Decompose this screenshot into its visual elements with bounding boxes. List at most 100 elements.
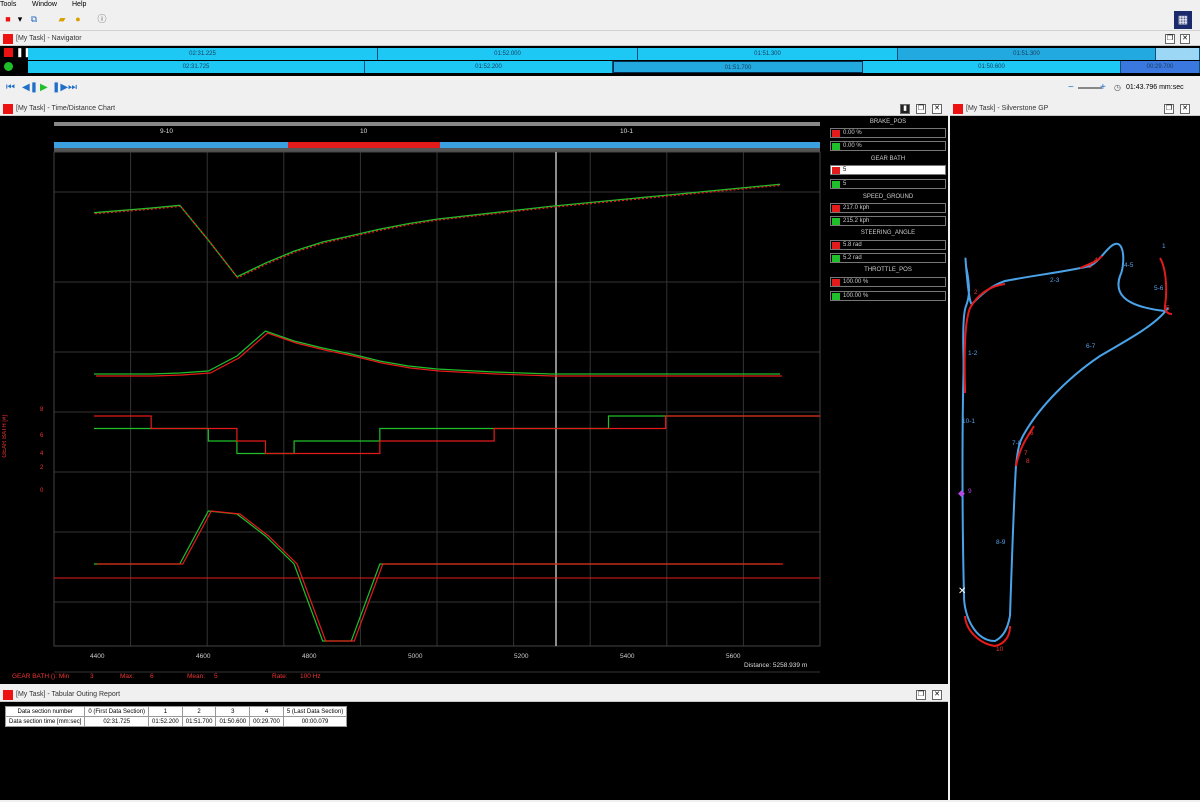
track-map-panel[interactable]: ✕ ◆ <box>950 116 1200 800</box>
window-icon <box>3 690 13 700</box>
stat-max: 6 <box>150 673 154 680</box>
speed-value-1: 217.0 kph <box>830 203 946 213</box>
step-back-icon[interactable]: ◀❚ <box>22 82 38 94</box>
close-button[interactable]: ✕ <box>1180 34 1190 44</box>
nav-lap-3b[interactable]: 01:51.700 <box>613 61 863 73</box>
window-icon <box>953 104 963 114</box>
navigator-title: [My Task] - Navigator <box>16 35 82 42</box>
throttle-trace <box>97 510 783 642</box>
track-label: 2 <box>974 289 978 296</box>
table-cell: 2 <box>181 706 217 717</box>
track-map[interactable]: ✕ ◆ <box>950 116 1200 800</box>
x-tick: 5600 <box>726 653 741 660</box>
table-cell: 3 <box>215 706 251 717</box>
toolbar: ■ ▾ ⧉ ▰ ● ⓘ ▦ <box>0 9 1200 31</box>
stop-icon[interactable]: ■ <box>2 13 14 25</box>
sector-marker: ◆ <box>958 489 965 499</box>
restore-button[interactable]: ❐ <box>916 104 926 114</box>
menu-tools[interactable]: Tools <box>0 0 16 9</box>
stat-mean-label: Mean: <box>187 673 206 680</box>
time-distance-chart[interactable] <box>0 116 948 684</box>
gear-tick: 4 <box>40 451 44 457</box>
zoom-in-icon[interactable]: + <box>1100 82 1106 94</box>
track-title: [My Task] - Silverstone GP <box>966 105 1049 112</box>
stat-mean: 5 <box>214 673 218 680</box>
nav-lap-2a[interactable]: 01:52.000 <box>378 48 638 60</box>
throttle-value-1: 100.00 % <box>830 277 946 287</box>
info-icon[interactable]: ⓘ <box>96 13 108 25</box>
stat-max-label: Max: <box>120 673 135 680</box>
section-bar-active <box>288 142 440 148</box>
layout-icon[interactable]: ⧉ <box>28 13 40 25</box>
restore-button[interactable]: ❐ <box>1164 104 1174 114</box>
gear-value-1: 5 <box>830 165 946 175</box>
record-icon[interactable] <box>4 48 13 57</box>
navigator-header: [My Task] - Navigator ❐ ✕ <box>0 32 1200 46</box>
nav-lap-1b[interactable]: 02:31.725 <box>28 61 365 73</box>
track-label: 8 <box>1026 458 1030 465</box>
nav-lap-2b[interactable]: 01:52.200 <box>365 61 613 73</box>
nav-lap-1a[interactable]: 02:31.225 <box>28 48 378 60</box>
gear-tick: 6 <box>40 433 44 439</box>
steering-value-2: 5.2 rad <box>830 253 946 263</box>
throttle-value-2: 100.00 % <box>830 291 946 301</box>
section-bar-track <box>54 148 820 152</box>
folder-icon[interactable]: ▰ <box>56 13 68 25</box>
pin-button[interactable]: ▮ <box>900 104 910 114</box>
speed-label: SPEED_GROUND <box>862 194 914 200</box>
table-cell: 4 <box>249 706 284 717</box>
table-cell: 1 <box>148 706 183 717</box>
brake-value-2: 0.00 % <box>830 141 946 151</box>
step-forward-icon[interactable]: ❚▶ <box>52 82 68 94</box>
chart-header: [My Task] - Time/Distance Chart ▮ ❐ ✕ <box>0 102 948 116</box>
steering-label: STEERING_ANGLE <box>860 230 916 236</box>
x-tick: 5200 <box>514 653 529 660</box>
nav-lap-4a[interactable]: 01:51.300 <box>898 48 1156 60</box>
nav-lap-4b[interactable]: 01:50.600 <box>863 61 1121 73</box>
outing-report-table[interactable]: Data section number 0 (First Data Sectio… <box>4 706 348 727</box>
track-label: 3 <box>1088 263 1092 270</box>
table-cell: 00:00.079 <box>282 716 348 727</box>
gear-tick: 8 <box>40 407 44 413</box>
track-label: 2-3 <box>1050 277 1060 284</box>
gear-axis-label: GEAR BATH [#] <box>2 415 8 458</box>
track-label: 1 <box>1162 243 1166 250</box>
track-label: 7 <box>1024 450 1028 457</box>
chart-panel[interactable] <box>0 116 948 684</box>
app-grid-icon[interactable]: ▦ <box>1174 11 1192 29</box>
table-row: Data section time [mm:sec] 02:31.725 01:… <box>4 716 348 727</box>
close-button[interactable]: ✕ <box>932 104 942 114</box>
window-icon <box>3 104 13 114</box>
speed-slider[interactable] <box>1078 87 1102 89</box>
close-button[interactable]: ✕ <box>932 690 942 700</box>
stat-min: 3 <box>90 673 94 680</box>
table-cell: 01:51.700 <box>181 716 217 727</box>
restore-button[interactable]: ❐ <box>916 690 926 700</box>
navigator-body[interactable]: ❚❚ 02:31.225 01:52.000 01:51.300 01:51.3… <box>0 46 1200 76</box>
speed-value-2: 215.2 kph <box>830 216 946 226</box>
play-icon[interactable]: ▶ <box>40 82 48 94</box>
nav-lap-3a[interactable]: 01:51.300 <box>638 48 898 60</box>
user-icon[interactable]: ● <box>72 13 84 25</box>
gear-value-2: 5 <box>830 179 946 189</box>
zoom-out-icon[interactable]: − <box>1068 82 1074 94</box>
window-icon <box>3 34 13 44</box>
skip-start-icon[interactable]: ⏮ <box>6 82 15 94</box>
close-button[interactable]: ✕ <box>1180 104 1190 114</box>
steering-value-1: 5.8 rad <box>830 240 946 250</box>
gear-tick: 2 <box>40 465 44 471</box>
menu-help[interactable]: Help <box>72 0 86 9</box>
dropdown-icon[interactable]: ▾ <box>14 13 26 25</box>
table-cell: 5 (Last Data Section) <box>282 706 348 717</box>
menu-window[interactable]: Window <box>32 0 57 9</box>
nav-lap-5a[interactable] <box>1156 48 1200 60</box>
gear-trace <box>94 415 820 455</box>
stat-rate-label: Rate: <box>272 673 288 680</box>
nav-lap-5b[interactable]: 00:29.700 <box>1121 61 1200 73</box>
x-tick: 5400 <box>620 653 635 660</box>
car-position-marker: ✕ <box>958 586 966 597</box>
skip-end-icon[interactable]: ⏭ <box>68 82 77 94</box>
section-scroll[interactable] <box>54 122 820 126</box>
restore-button[interactable]: ❐ <box>1165 34 1175 44</box>
track-label: 10-1 <box>962 418 976 425</box>
